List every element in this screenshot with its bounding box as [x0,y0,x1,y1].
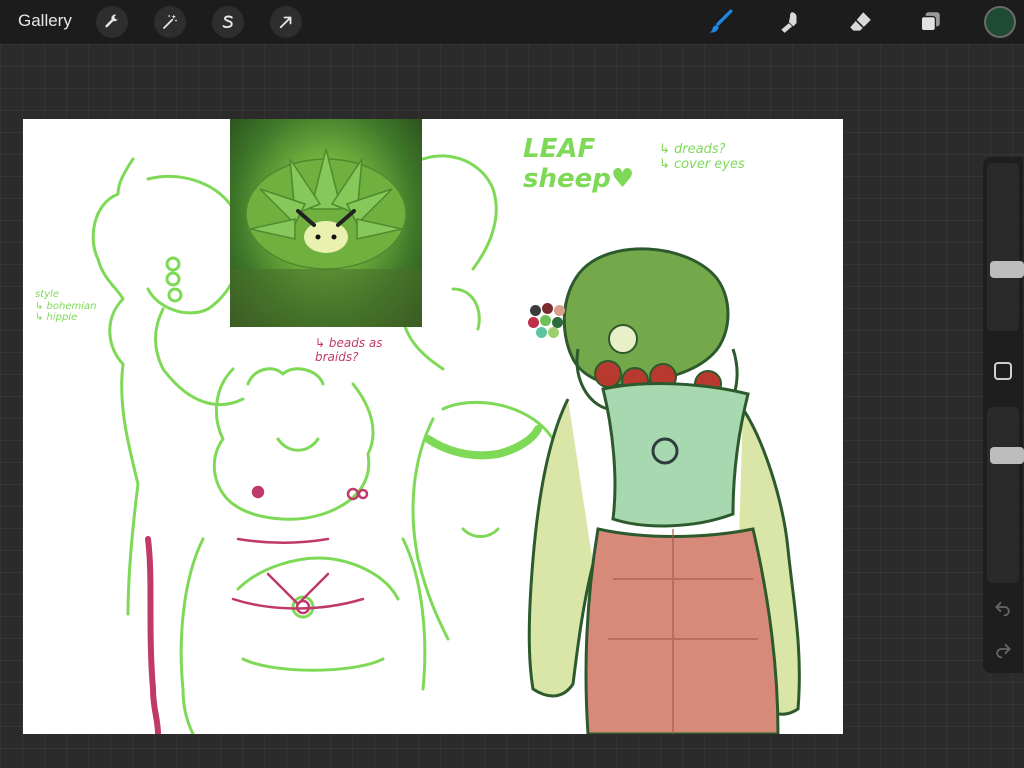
brush-size-thumb[interactable] [990,261,1024,278]
color-picker-button[interactable] [984,6,1016,38]
redo-icon [996,643,1011,659]
sketch-artwork [91,154,801,734]
selection-s-icon [222,15,233,29]
sea-slug-image [230,148,422,327]
brush-tool-button[interactable] [704,6,736,38]
modify-button[interactable] [994,362,1012,380]
smudge-icon [781,12,797,33]
transform-button[interactable] [270,6,302,38]
undo-icon [995,601,1010,617]
adjustments-button[interactable] [154,6,186,38]
redo-button[interactable] [993,639,1013,659]
palette-swatch [536,327,547,338]
brush-size-slider[interactable] [987,163,1024,331]
note-style: style ↳ bohemian ↳ hippie [35,289,97,323]
note-beads: ↳ beads as braids? [315,336,383,364]
layers-icon [920,12,940,32]
eraser-icon [850,12,871,31]
magic-wand-icon [163,14,177,29]
palette-swatch [548,327,559,338]
drawing-canvas[interactable]: LEAF sheep♥ ↳ dreads? ↳ cover eyes style… [23,119,843,734]
top-toolbar: Gallery [0,0,1024,44]
reference-photo-leaf-sheep[interactable] [230,119,422,327]
gallery-button[interactable]: Gallery [18,11,72,31]
actions-button[interactable] [96,6,128,38]
opacity-slider[interactable] [987,407,1024,583]
smudge-tool-button[interactable] [774,6,806,38]
brush-icon [709,9,733,33]
palette-swatch [540,315,551,326]
selection-button[interactable] [212,6,244,38]
palette-swatch [530,305,541,316]
wrench-icon [105,14,118,28]
brush-sidebar [983,157,1024,673]
palette-swatch [528,317,539,328]
palette-swatch [542,303,553,314]
eraser-tool-button[interactable] [844,6,876,38]
color-palette-cluster [526,303,570,339]
note-dreads: ↳ dreads? ↳ cover eyes [659,142,745,172]
title-annotation: LEAF sheep♥ [523,134,635,194]
layers-button[interactable] [914,6,946,38]
undo-button[interactable] [993,597,1013,617]
opacity-thumb[interactable] [990,447,1024,464]
transform-arrow-icon [279,16,292,29]
palette-swatch [554,305,565,316]
